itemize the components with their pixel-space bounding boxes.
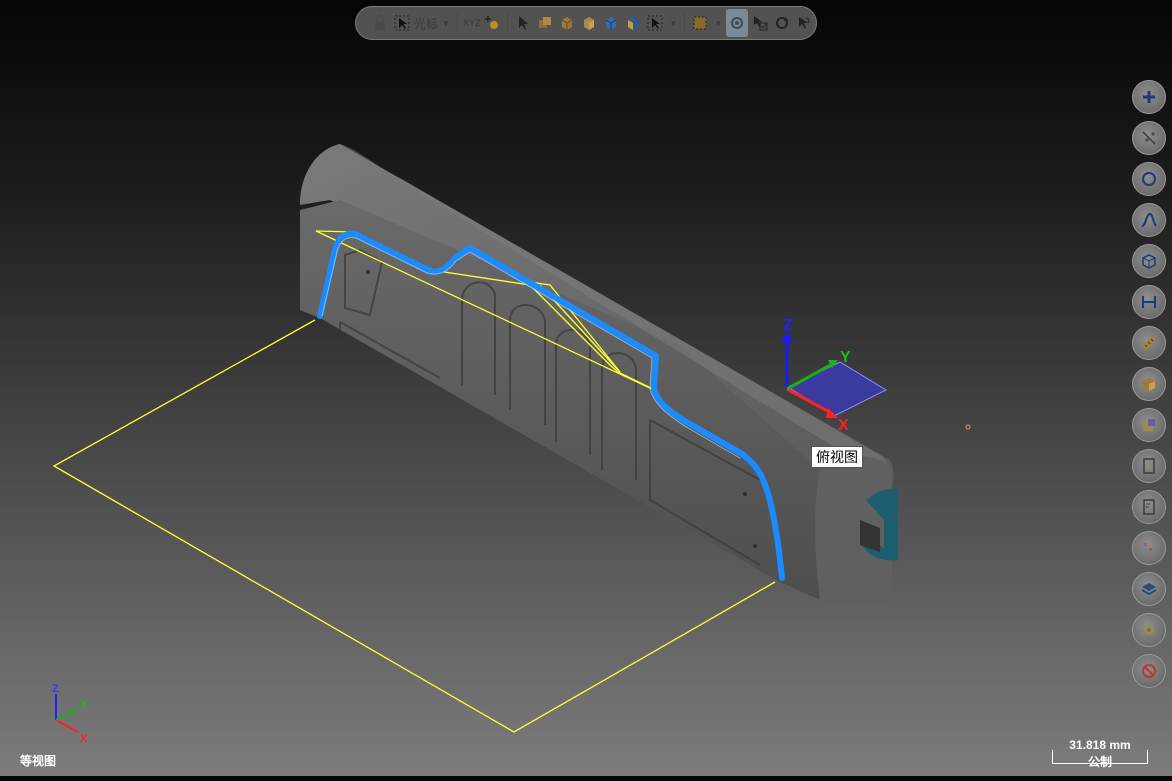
- corner-triad: Z Y X: [52, 683, 88, 745]
- lock-icon[interactable]: [370, 13, 390, 33]
- add-point-icon[interactable]: [482, 13, 502, 33]
- curve-icon[interactable]: [1132, 203, 1166, 237]
- magnet-snap-icon[interactable]: [726, 9, 749, 37]
- triad-y-label: Y: [840, 349, 851, 366]
- view-name-label: 等视图: [20, 754, 57, 768]
- model-scene[interactable]: Z Y X Z Y X: [0, 0, 1172, 776]
- cursor-mode-label[interactable]: 光标: [414, 15, 438, 32]
- face-box-icon[interactable]: [579, 13, 599, 33]
- refresh-select-icon[interactable]: [772, 13, 792, 33]
- chevron-down-icon[interactable]: ▼: [669, 19, 677, 28]
- select-check-icon[interactable]: [750, 13, 770, 33]
- xyz-label[interactable]: XYZ: [463, 18, 481, 28]
- scale-value: 31.818 mm: [1069, 738, 1131, 752]
- circle-icon[interactable]: [1132, 162, 1166, 196]
- add-icon[interactable]: [1132, 80, 1166, 114]
- surface-icon[interactable]: [1132, 408, 1166, 442]
- view-tooltip: 俯视图: [811, 446, 863, 468]
- part-model[interactable]: [300, 144, 898, 602]
- right-toolbar: [1130, 80, 1168, 692]
- select-arrow-icon[interactable]: [513, 13, 533, 33]
- measure-icon[interactable]: [1132, 285, 1166, 319]
- chevron-down-icon[interactable]: ▼: [442, 19, 450, 28]
- solid-icon[interactable]: [1132, 367, 1166, 401]
- no-icon[interactable]: [1132, 654, 1166, 688]
- chevron-down-icon[interactable]: ▼: [714, 19, 722, 28]
- corner-triad-x: X: [80, 733, 88, 745]
- box-select-icon[interactable]: [690, 13, 710, 33]
- top-toolbar: 光标 ▼ XYZ ▼ ▼: [355, 6, 817, 40]
- toolbar-separator: [507, 12, 509, 34]
- axis-icon[interactable]: [1132, 121, 1166, 155]
- scale-bar: 31.818 mm 公制: [1052, 738, 1148, 769]
- toolbar-separator: [456, 12, 458, 34]
- grid-icon[interactable]: [1132, 531, 1166, 565]
- select-faces-icon[interactable]: [535, 13, 555, 33]
- toolbar-separator: [684, 12, 686, 34]
- layers-icon[interactable]: [1132, 572, 1166, 606]
- corner-triad-z: Z: [52, 683, 59, 695]
- doc-icon[interactable]: [1132, 490, 1166, 524]
- undo-select-icon[interactable]: [794, 13, 814, 33]
- triad-z-label: Z: [783, 317, 793, 334]
- scale-unit: 公制: [1087, 755, 1112, 769]
- box-icon[interactable]: [1132, 244, 1166, 278]
- ruler-icon[interactable]: [1132, 326, 1166, 360]
- solid-box-icon[interactable]: [557, 13, 577, 33]
- settings-icon[interactable]: [1132, 613, 1166, 647]
- point-marker: [965, 424, 971, 430]
- blue-box-icon[interactable]: [601, 13, 621, 33]
- window-select-icon[interactable]: [645, 13, 665, 33]
- triad-x-label: X: [838, 417, 849, 434]
- 3d-viewport[interactable]: Z Y X Z Y X: [0, 0, 1172, 776]
- blue-yellow-box-icon[interactable]: [623, 13, 643, 33]
- sheet-icon[interactable]: [1132, 449, 1166, 483]
- cursor-select-icon[interactable]: [392, 13, 412, 33]
- corner-triad-y: Y: [80, 699, 88, 711]
